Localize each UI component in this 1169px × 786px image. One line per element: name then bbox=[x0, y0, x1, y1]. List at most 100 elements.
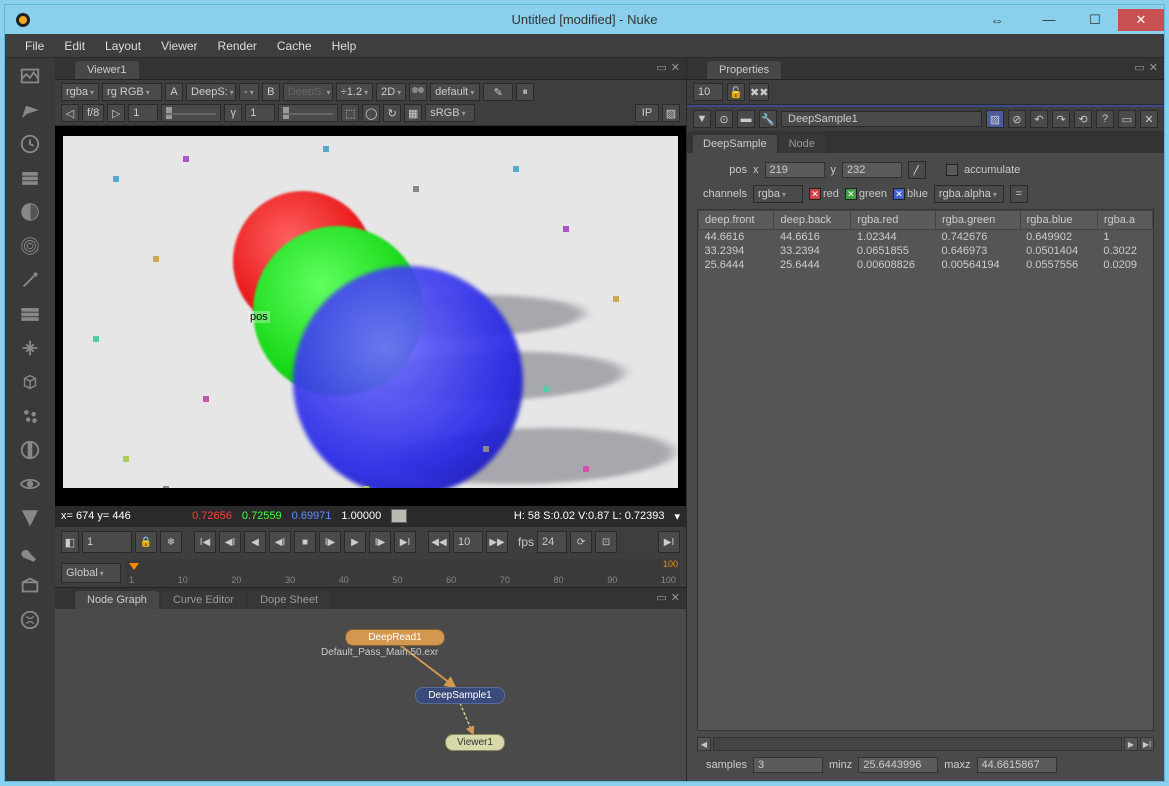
menu-help[interactable]: Help bbox=[322, 36, 367, 56]
views-node-icon[interactable] bbox=[18, 472, 42, 496]
anim-curve-icon[interactable]: 〳 bbox=[908, 161, 926, 179]
node-color-icon[interactable]: ▬ bbox=[737, 110, 755, 128]
play-fwd-icon[interactable]: ▶ bbox=[344, 531, 366, 553]
table-header[interactable]: rgba.blue bbox=[1020, 211, 1097, 230]
skip-back-icon[interactable]: ◀◀ bbox=[428, 531, 450, 553]
pos-x-input[interactable] bbox=[765, 162, 825, 178]
node-deepread[interactable]: DeepRead1 bbox=[345, 629, 445, 646]
menu-cache[interactable]: Cache bbox=[267, 36, 322, 56]
all-plugins-icon[interactable] bbox=[18, 608, 42, 632]
next-key-icon[interactable]: I▶ bbox=[369, 531, 391, 553]
props-lock-icon[interactable]: 🔓 bbox=[727, 83, 745, 101]
step-back-icon[interactable]: ◀I bbox=[269, 531, 291, 553]
pause-icon[interactable]: ⏸ bbox=[516, 83, 534, 101]
fstop-select[interactable]: f/8 bbox=[82, 104, 104, 122]
3d-node-icon[interactable] bbox=[18, 370, 42, 394]
viewer-tab[interactable]: Viewer1 bbox=[75, 61, 139, 79]
menu-layout[interactable]: Layout bbox=[95, 36, 151, 56]
revert-icon[interactable]: ⟲ bbox=[1074, 110, 1092, 128]
skip-frames-input[interactable] bbox=[453, 531, 483, 553]
channel-node-icon[interactable] bbox=[18, 166, 42, 190]
time-node-icon[interactable] bbox=[18, 132, 42, 156]
go-end-icon[interactable]: ▶I bbox=[394, 531, 416, 553]
scroll-end-icon[interactable]: ▶I bbox=[1140, 737, 1154, 751]
menu-file[interactable]: File bbox=[15, 36, 54, 56]
viewport[interactable]: pos bbox=[55, 126, 686, 506]
node-graph[interactable]: DeepRead1 Default_Pass_Main.50.exr DeepS… bbox=[55, 609, 686, 781]
gamma-slider[interactable] bbox=[278, 104, 338, 122]
hatch-icon[interactable]: ▨ bbox=[662, 104, 680, 122]
exposure-slider[interactable] bbox=[161, 104, 221, 122]
redo-icon[interactable]: ↷ bbox=[1052, 110, 1070, 128]
go-start-icon[interactable]: I◀ bbox=[194, 531, 216, 553]
clip-next-icon[interactable]: ▷ bbox=[107, 104, 125, 122]
node-viewer[interactable]: Viewer1 bbox=[445, 734, 505, 751]
tab-dope-sheet[interactable]: Dope Sheet bbox=[248, 591, 330, 609]
tab-properties[interactable]: Properties bbox=[707, 61, 781, 79]
current-frame-input[interactable] bbox=[82, 531, 132, 553]
samples-input[interactable] bbox=[753, 757, 823, 773]
wipe-select[interactable]: - bbox=[239, 83, 259, 101]
samples-table[interactable]: deep.frontdeep.backrgba.redrgba.greenrgb… bbox=[697, 209, 1154, 731]
node-name-field[interactable]: DeepSample1 bbox=[781, 111, 982, 127]
channels-eq-button[interactable]: = bbox=[1010, 185, 1028, 203]
play-back-icon[interactable]: ◀ bbox=[244, 531, 266, 553]
props-clear-icon[interactable]: ✖✖ bbox=[749, 83, 769, 101]
maxz-input[interactable] bbox=[977, 757, 1057, 773]
table-row[interactable]: 25.644425.64440.006088260.005641940.0557… bbox=[699, 258, 1153, 272]
pane-close-icon[interactable]: ✕ bbox=[671, 61, 680, 74]
tab-deepsample[interactable]: DeepSample bbox=[693, 135, 777, 153]
layer-select[interactable]: rg RGB bbox=[102, 83, 162, 101]
pane-close-icon[interactable]: ✕ bbox=[1149, 61, 1158, 74]
float-panel-icon[interactable]: ▭ bbox=[1118, 110, 1136, 128]
pane-float-icon[interactable]: ▭ bbox=[1134, 61, 1144, 74]
menu-render[interactable]: Render bbox=[208, 36, 267, 56]
zebra-icon[interactable]: ⬚ bbox=[341, 104, 359, 122]
maximize-button[interactable]: ☐ bbox=[1072, 9, 1118, 31]
exposure-input[interactable] bbox=[128, 104, 158, 122]
scroll-left-icon[interactable]: ◀ bbox=[697, 737, 711, 751]
draw-node-icon[interactable] bbox=[18, 98, 42, 122]
red-checkbox[interactable]: ✕ bbox=[809, 188, 821, 200]
restore-arrows-icon[interactable]: ⇔ bbox=[990, 12, 1004, 28]
range-end-icon[interactable]: ▶I bbox=[658, 531, 680, 553]
scroll-right-icon[interactable]: ▶ bbox=[1124, 737, 1138, 751]
merge-node-icon[interactable] bbox=[18, 302, 42, 326]
timeline-mode-select[interactable]: Global bbox=[61, 563, 121, 583]
help-icon[interactable]: ? bbox=[1096, 110, 1114, 128]
deep-node-icon[interactable] bbox=[18, 438, 42, 462]
green-checkbox[interactable]: ✕ bbox=[845, 188, 857, 200]
node-deepsample[interactable]: DeepSample1 bbox=[415, 687, 505, 704]
prev-key-icon[interactable]: ◀I bbox=[219, 531, 241, 553]
pos-y-input[interactable] bbox=[842, 162, 902, 178]
proxy-icon[interactable]: ▦ bbox=[404, 104, 422, 122]
table-header[interactable]: rgba.green bbox=[936, 211, 1021, 230]
close-button[interactable]: ✕ bbox=[1118, 9, 1164, 31]
menu-viewer[interactable]: Viewer bbox=[151, 36, 207, 56]
toolsets-node-icon[interactable] bbox=[18, 540, 42, 564]
dimension-select[interactable]: 2D bbox=[376, 83, 406, 101]
filter-node-icon[interactable] bbox=[18, 234, 42, 258]
pane-close-icon[interactable]: ✕ bbox=[671, 591, 680, 604]
refresh-icon[interactable]: ↻ bbox=[383, 104, 401, 122]
tab-node[interactable]: Node bbox=[779, 135, 825, 153]
lock-icon[interactable]: 🔒 bbox=[135, 531, 157, 553]
stop-icon[interactable]: ■ bbox=[294, 531, 316, 553]
table-header[interactable]: rgba.red bbox=[851, 211, 936, 230]
fps-input[interactable] bbox=[537, 531, 567, 553]
table-row[interactable]: 33.239433.23940.06518550.6469730.0501404… bbox=[699, 244, 1153, 258]
colorspace-select[interactable]: sRGB bbox=[425, 104, 475, 122]
blue-checkbox[interactable]: ✕ bbox=[893, 188, 905, 200]
particles-node-icon[interactable] bbox=[18, 404, 42, 428]
table-header[interactable]: rgba.a bbox=[1097, 211, 1152, 230]
loop-icon[interactable]: ⟳ bbox=[570, 531, 592, 553]
node-swatch[interactable]: ▨ bbox=[986, 110, 1004, 128]
wrench-icon[interactable]: 🔧 bbox=[759, 110, 777, 128]
gamma-input[interactable] bbox=[245, 104, 275, 122]
disable-icon[interactable]: ⊘ bbox=[1008, 110, 1026, 128]
table-header[interactable]: deep.front bbox=[699, 211, 774, 230]
table-header[interactable]: deep.back bbox=[774, 211, 851, 230]
skip-fwd-icon[interactable]: ▶▶ bbox=[486, 531, 508, 553]
transform-node-icon[interactable] bbox=[18, 336, 42, 360]
clip-prev-icon[interactable]: ◁ bbox=[61, 104, 79, 122]
